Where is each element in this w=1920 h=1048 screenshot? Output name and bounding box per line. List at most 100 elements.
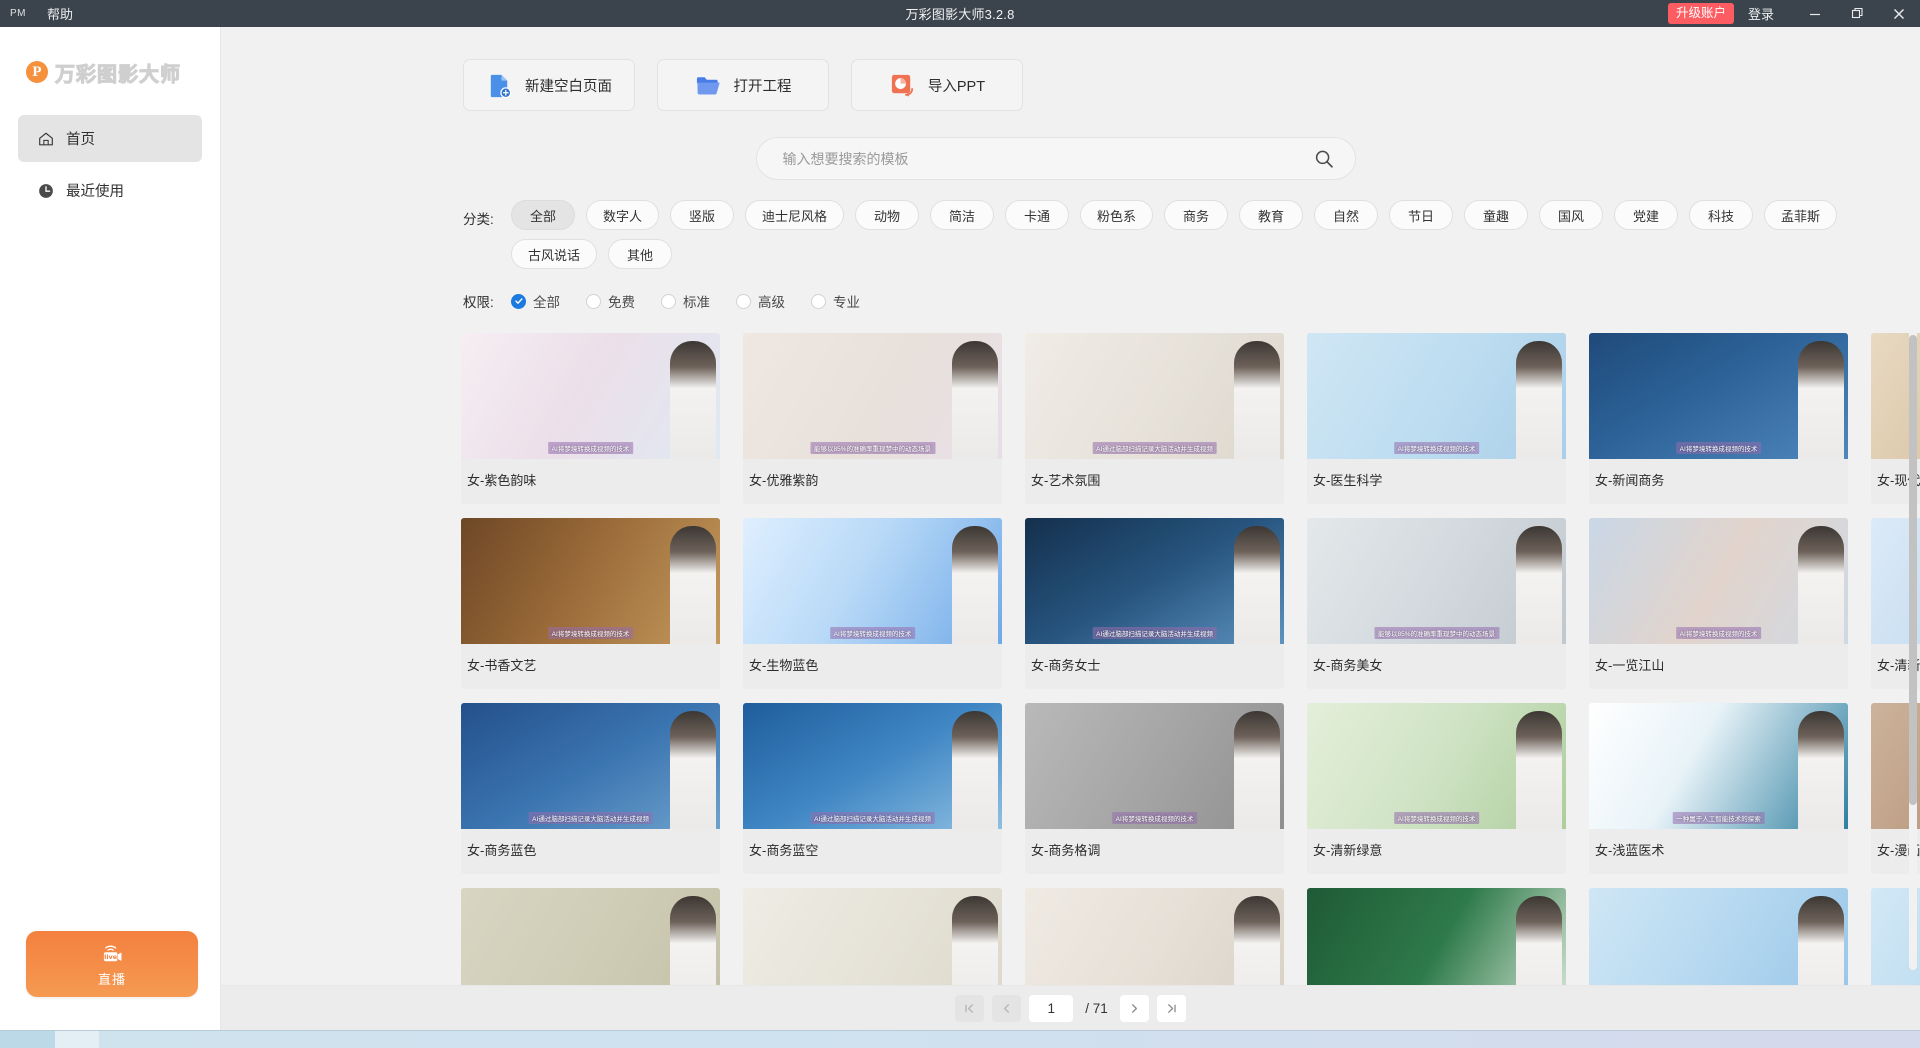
permission-option-label: 专业 [833, 291, 860, 311]
last-page-button[interactable] [1157, 995, 1186, 1022]
sidebar-item-home-label: 首页 [66, 128, 95, 149]
thumbnail-subtitle: AI将梦境转换成视频的技术 [548, 442, 634, 454]
template-thumbnail: AI通过脑部扫描记录大脑活动并生成视频 [461, 703, 720, 829]
template-card[interactable]: AI将梦境转换成视频的技术女-商务格调 [1025, 703, 1284, 874]
category-chip[interactable]: 全部 [511, 200, 575, 230]
category-chip[interactable]: 其他 [608, 239, 672, 269]
sidebar: P 万彩图影大师 首页 [0, 27, 221, 1030]
new-blank-page-icon [486, 72, 513, 99]
template-thumbnail: AI将梦境转换成视频的技术 [461, 518, 720, 644]
presenter-avatar [1516, 896, 1562, 985]
category-chip[interactable]: 粉色系 [1080, 200, 1153, 230]
app-logo: P 万彩图影大师 [0, 27, 220, 93]
template-thumbnail [743, 888, 1002, 985]
template-title: 女-商务蓝色 [461, 829, 720, 874]
menu-help[interactable]: 帮助 [33, 0, 87, 28]
template-title: 女-商务蓝空 [743, 829, 1002, 874]
taskbar-start-button[interactable] [0, 1031, 55, 1048]
upgrade-account-button[interactable]: 升级账户 [1668, 3, 1734, 24]
category-chip[interactable]: 迪士尼风格 [745, 200, 844, 230]
template-card[interactable]: AI将梦境转换成视频的技术女-清新绿意 [1307, 703, 1566, 874]
radio-icon [586, 294, 601, 309]
template-card[interactable]: AI通过脑部扫描记录大脑活动并生成视频女-商务蓝色 [461, 703, 720, 874]
template-card[interactable] [743, 888, 1002, 985]
presenter-avatar [952, 526, 998, 644]
chevron-left-icon [1000, 1002, 1013, 1015]
category-chip[interactable]: 节日 [1389, 200, 1453, 230]
taskbar-quicklaunch[interactable] [55, 1031, 99, 1048]
template-card[interactable]: AI将梦境转换成视频的技术女-紫色韵味 [461, 333, 720, 504]
category-chip[interactable]: 孟菲斯 [1764, 200, 1837, 230]
minimize-icon [1809, 8, 1821, 20]
template-card[interactable]: 能够以85%的准确率重现梦中的动态场景女-优雅紫韵 [743, 333, 1002, 504]
presenter-avatar [670, 896, 716, 985]
template-card[interactable] [1307, 888, 1566, 985]
template-card[interactable]: AI将梦境转换成视频的技术女-医生科学 [1307, 333, 1566, 504]
category-chip[interactable]: 竖版 [670, 200, 734, 230]
template-card[interactable]: AI将梦境转换成视频的技术女-书香文艺 [461, 518, 720, 689]
template-card[interactable] [1025, 888, 1284, 985]
first-page-button[interactable] [955, 995, 984, 1022]
category-chip[interactable]: 国风 [1539, 200, 1603, 230]
template-card[interactable]: AI通过脑部扫描记录大脑活动并生成视频女-商务蓝空 [743, 703, 1002, 874]
prev-page-button[interactable] [992, 995, 1021, 1022]
category-chip[interactable]: 科技 [1689, 200, 1753, 230]
template-card[interactable]: 能够以85%的准确率重现梦中的动态场景女-商务美女 [1307, 518, 1566, 689]
template-card[interactable]: AI通过脑部扫描记录大脑活动并生成视频女-商务女士 [1025, 518, 1284, 689]
import-ppt-label: 导入PPT [928, 75, 985, 96]
template-card[interactable]: AI将梦境转换成视频的技术女-一览江山 [1589, 518, 1848, 689]
permission-option[interactable]: 免费 [586, 291, 635, 311]
permission-option[interactable]: 标准 [661, 291, 710, 311]
category-chip[interactable]: 动物 [855, 200, 919, 230]
category-chip[interactable]: 卡通 [1005, 200, 1069, 230]
title-bar-left: PM 帮助 [0, 0, 87, 28]
login-button[interactable]: 登录 [1748, 4, 1774, 23]
template-card[interactable]: AI将梦境转换成视频的技术女-生物蓝色 [743, 518, 1002, 689]
template-title: 女-紫色韵味 [461, 459, 720, 504]
template-card[interactable] [461, 888, 720, 985]
minimize-button[interactable] [1794, 0, 1836, 27]
page-number-input[interactable]: 1 [1029, 995, 1073, 1022]
scrollbar-thumb[interactable] [1909, 335, 1917, 805]
sidebar-item-home[interactable]: 首页 [18, 115, 202, 162]
permission-option[interactable]: 专业 [811, 291, 860, 311]
template-card[interactable] [1589, 888, 1848, 985]
presenter-avatar [670, 711, 716, 829]
last-page-icon [1165, 1002, 1178, 1015]
next-page-button[interactable] [1120, 995, 1149, 1022]
body: P 万彩图影大师 首页 [0, 27, 1920, 1030]
template-card[interactable]: AI将梦境转换成视频的技术女-新闻商务 [1589, 333, 1848, 504]
category-chip[interactable]: 商务 [1164, 200, 1228, 230]
open-project-button[interactable]: 打开工程 [657, 59, 829, 111]
presenter-avatar [1516, 341, 1562, 459]
category-chip[interactable]: 数字人 [586, 200, 659, 230]
category-chip[interactable]: 古风说话 [511, 239, 597, 269]
search-input[interactable] [783, 151, 1313, 167]
close-icon [1893, 8, 1905, 20]
thumbnail-subtitle: AI通过脑部扫描记录大脑活动并生成视频 [1092, 627, 1217, 639]
category-chip[interactable]: 党建 [1614, 200, 1678, 230]
category-chip[interactable]: 童趣 [1464, 200, 1528, 230]
import-ppt-button[interactable]: 导入PPT [851, 59, 1023, 111]
search-icon[interactable] [1313, 148, 1335, 170]
live-stream-button[interactable]: live 直播 [26, 931, 198, 997]
template-title: 女-优雅紫韵 [743, 459, 1002, 504]
sidebar-nav: 首页 最近使用 [0, 93, 220, 214]
filter-section: 分类: 全部数字人竖版迪士尼风格动物简洁卡通粉色系商务教育自然节日童趣国风党建科… [221, 180, 1920, 269]
permission-option[interactable]: 高级 [736, 291, 785, 311]
sidebar-item-recent[interactable]: 最近使用 [18, 167, 202, 214]
presenter-avatar [1516, 711, 1562, 829]
template-card[interactable]: 一种属于人工智能技术的探索女-浅蓝医术 [1589, 703, 1848, 874]
category-chip[interactable]: 自然 [1314, 200, 1378, 230]
permission-option[interactable]: 全部 [511, 291, 560, 311]
vertical-scrollbar[interactable] [1909, 310, 1917, 970]
search-box[interactable] [756, 137, 1356, 180]
category-chip[interactable]: 教育 [1239, 200, 1303, 230]
new-blank-page-button[interactable]: 新建空白页面 [463, 59, 635, 111]
close-button[interactable] [1878, 0, 1920, 27]
maximize-button[interactable] [1836, 0, 1878, 27]
template-thumbnail [461, 888, 720, 985]
category-chip[interactable]: 简洁 [930, 200, 994, 230]
thumbnail-subtitle: AI通过脑部扫描记录大脑活动并生成视频 [810, 812, 935, 824]
template-card[interactable]: AI通过脑部扫描记录大脑活动并生成视频女-艺术氛围 [1025, 333, 1284, 504]
